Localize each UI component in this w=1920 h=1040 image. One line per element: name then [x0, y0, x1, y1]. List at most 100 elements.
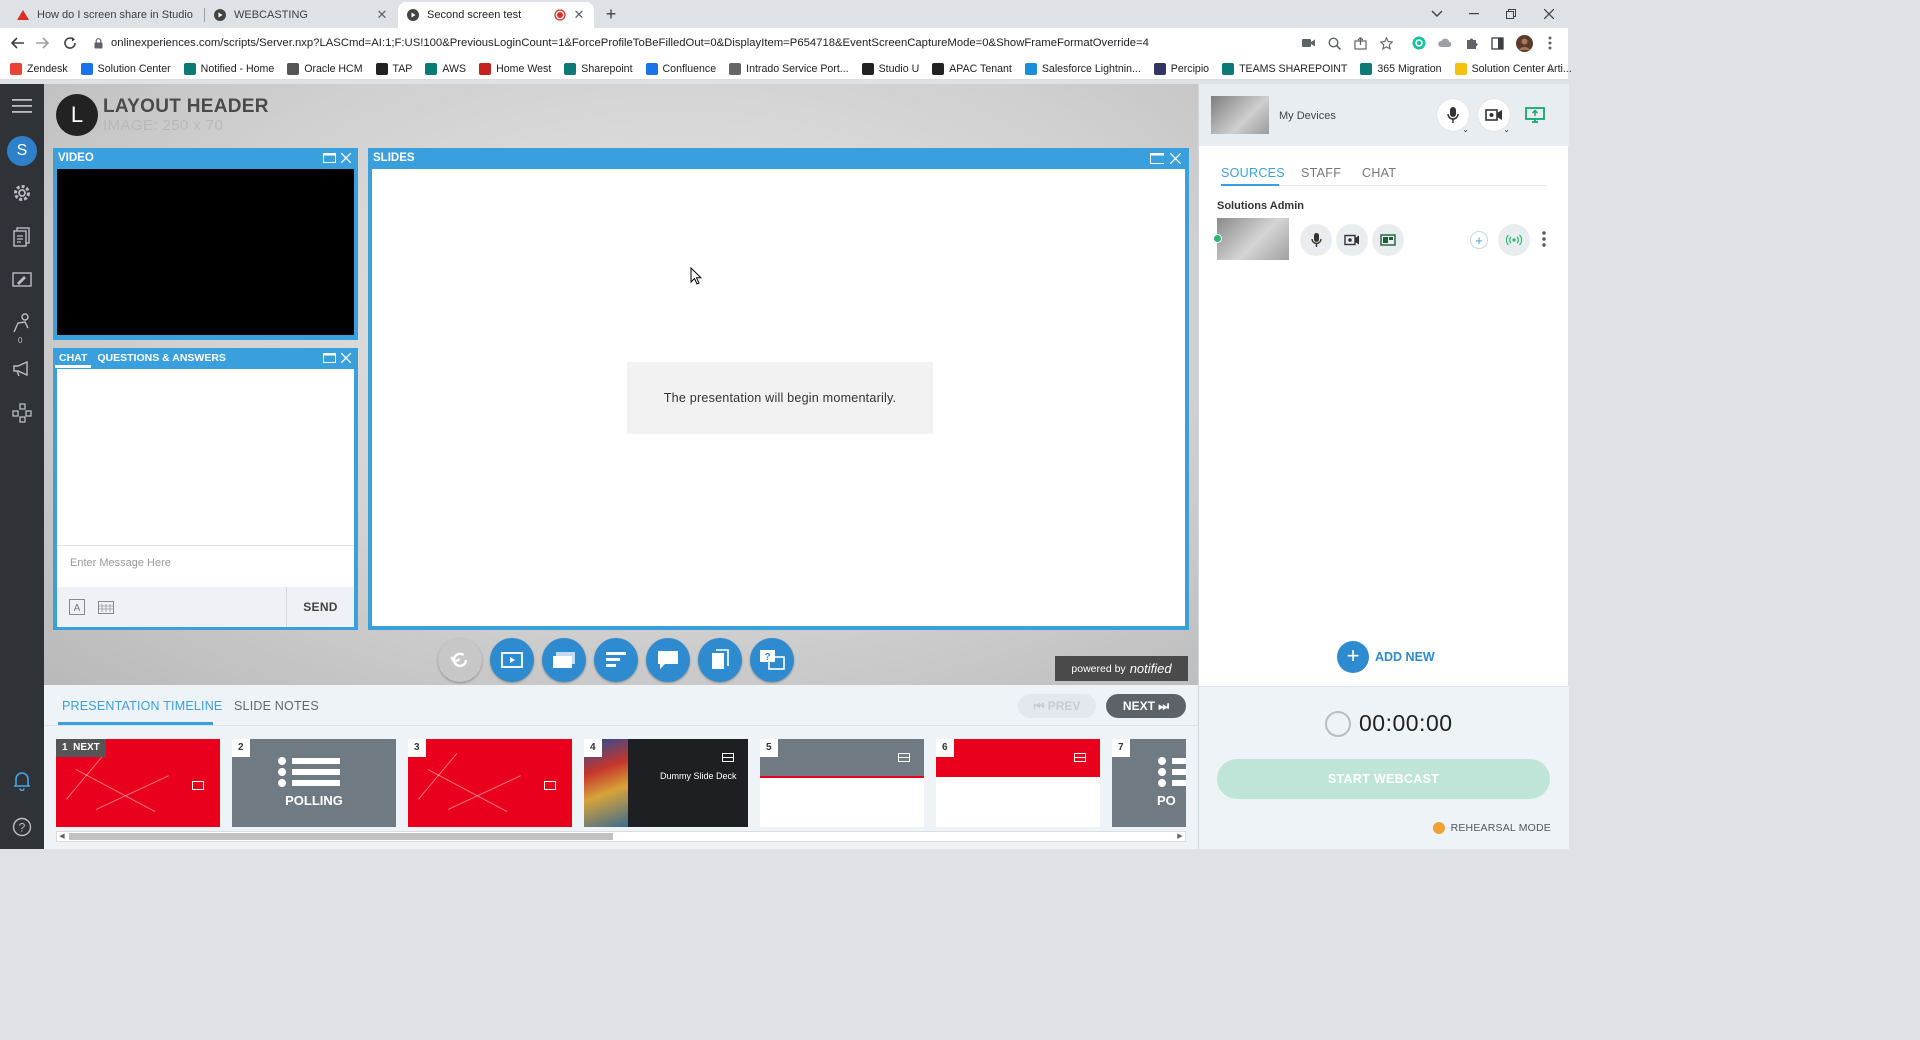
- prev-slide-button[interactable]: ⏮ PREV: [1018, 694, 1096, 718]
- zoom-icon[interactable]: [1325, 34, 1343, 52]
- bookmark-item[interactable]: Salesforce Lightnin...: [1024, 62, 1141, 75]
- maximize-icon[interactable]: [1150, 152, 1164, 164]
- maximize-icon[interactable]: [322, 152, 336, 164]
- source-microphone-button[interactable]: [1300, 224, 1332, 256]
- close-icon[interactable]: [339, 152, 353, 164]
- close-icon[interactable]: [339, 352, 353, 364]
- integrations-icon[interactable]: [11, 402, 33, 424]
- browser-tab-active[interactable]: Second screen test ✕: [398, 2, 594, 28]
- share-icon[interactable]: [1351, 34, 1369, 52]
- side-panel-icon[interactable]: [1488, 34, 1506, 52]
- tab-questions-answers[interactable]: QUESTIONS & ANSWERS: [91, 348, 230, 368]
- tab-search-icon[interactable]: [1418, 2, 1456, 26]
- back-icon[interactable]: [8, 33, 28, 53]
- grammarly-icon[interactable]: [1410, 34, 1428, 52]
- bookmark-item[interactable]: APAC Tenant: [932, 62, 1012, 75]
- browser-menu-icon[interactable]: [1541, 34, 1559, 52]
- camera-blocked-icon[interactable]: [1300, 34, 1318, 52]
- scrollbar-thumb[interactable]: [69, 833, 613, 840]
- close-icon[interactable]: ✕: [375, 7, 389, 23]
- bookmark-item[interactable]: Notified - Home: [183, 62, 274, 75]
- qa-layout-button[interactable]: ?: [750, 638, 794, 682]
- bookmark-item[interactable]: AWS: [425, 62, 466, 75]
- emoji-grid-icon[interactable]: [98, 599, 114, 615]
- slides-layout-button[interactable]: [542, 638, 586, 682]
- bookmark-item[interactable]: Percipio: [1153, 62, 1209, 75]
- add-new-button[interactable]: + ADD NEW: [1337, 641, 1435, 673]
- start-webcast-button[interactable]: START WEBCAST: [1217, 759, 1550, 799]
- help-icon[interactable]: ?: [11, 816, 33, 838]
- extensions-puzzle-icon[interactable]: [1462, 34, 1480, 52]
- scroll-left-icon[interactable]: ◀: [57, 832, 67, 841]
- bell-icon[interactable]: [11, 770, 33, 792]
- video-player[interactable]: [57, 169, 354, 335]
- bookmark-item[interactable]: Home West: [479, 62, 551, 75]
- reset-layout-button[interactable]: [438, 638, 482, 682]
- bookmark-item[interactable]: Confluence: [645, 62, 716, 75]
- megaphone-icon[interactable]: [11, 358, 33, 380]
- tab-chat[interactable]: CHAT: [53, 348, 92, 368]
- tab-slide-notes[interactable]: SLIDE NOTES: [234, 699, 319, 713]
- bookmark-item[interactable]: 365 Migration: [1360, 62, 1442, 75]
- bookmark-item[interactable]: Intrado Service Port...: [729, 62, 849, 75]
- minimize-icon[interactable]: [1455, 2, 1493, 26]
- close-icon[interactable]: [1168, 152, 1182, 164]
- tab-sources[interactable]: SOURCES: [1221, 166, 1285, 180]
- menu-hamburger-icon[interactable]: [11, 95, 33, 117]
- close-window-icon[interactable]: [1530, 2, 1568, 26]
- chevron-down-icon[interactable]: ⌄: [1462, 125, 1469, 134]
- chat-layout-button[interactable]: [646, 638, 690, 682]
- slide-thumbnail[interactable]: 4 Dummy Slide Deck: [584, 739, 748, 827]
- video-layout-button[interactable]: [490, 638, 534, 682]
- chat-message-input[interactable]: Enter Message Here: [57, 545, 354, 587]
- slide-thumbnail[interactable]: 7 PO: [1112, 739, 1186, 827]
- bookmarks-overflow-icon[interactable]: »: [1547, 62, 1554, 76]
- bookmark-item[interactable]: TAP: [375, 62, 412, 75]
- slide-thumbnail[interactable]: 5: [760, 739, 924, 827]
- browser-tab[interactable]: How do I screen share in Studio: [8, 2, 204, 28]
- presenter-icon[interactable]: [11, 312, 33, 334]
- slide-thumbnail[interactable]: 2 POLLING: [232, 739, 396, 827]
- source-screen-button[interactable]: [1372, 224, 1404, 256]
- bookmark-item[interactable]: Solution Center: [80, 62, 171, 75]
- browser-tab[interactable]: WEBCASTING ✕: [205, 2, 397, 28]
- gear-icon[interactable]: [11, 182, 33, 204]
- bookmark-item[interactable]: Zendesk: [10, 62, 68, 75]
- scroll-right-icon[interactable]: ▶: [1175, 832, 1185, 841]
- microphone-toggle-button[interactable]: ⌄: [1437, 99, 1469, 134]
- slide-thumbnail[interactable]: 3: [408, 739, 572, 827]
- profile-avatar[interactable]: [1515, 34, 1533, 52]
- documents-icon[interactable]: [11, 226, 33, 248]
- user-avatar[interactable]: S: [7, 136, 37, 166]
- screen-share-button[interactable]: [1519, 99, 1551, 131]
- new-tab-button[interactable]: +: [600, 4, 622, 26]
- bookmark-star-icon[interactable]: [1377, 34, 1395, 52]
- url-field[interactable]: onlinexperiences.com/scripts/Server.nxp?…: [94, 32, 1292, 54]
- next-slide-button[interactable]: NEXT ⏭: [1106, 694, 1186, 718]
- slide-thumbnail[interactable]: 6: [936, 739, 1100, 827]
- tab-staff[interactable]: STAFF: [1301, 166, 1341, 180]
- forward-icon[interactable]: [32, 33, 52, 53]
- slide-thumbnail[interactable]: 1 NEXT: [56, 739, 220, 827]
- maximize-icon[interactable]: [322, 352, 336, 364]
- bookmark-item[interactable]: TEAMS SHAREPOINT: [1222, 62, 1347, 75]
- camera-toggle-button[interactable]: ⌄: [1478, 99, 1510, 134]
- source-camera-button[interactable]: [1336, 224, 1368, 256]
- bookmark-item[interactable]: Sharepoint: [564, 62, 633, 75]
- chevron-down-icon[interactable]: ⌄: [1503, 125, 1510, 134]
- documents-layout-button[interactable]: [698, 638, 742, 682]
- broadcast-button[interactable]: [1498, 224, 1530, 256]
- source-preview[interactable]: [1217, 218, 1289, 260]
- bookmark-item[interactable]: Oracle HCM: [287, 62, 363, 75]
- more-options-icon[interactable]: [1540, 229, 1548, 249]
- tab-chat-staff[interactable]: CHAT: [1362, 166, 1396, 180]
- restore-icon[interactable]: [1492, 2, 1530, 26]
- text-format-icon[interactable]: A: [69, 599, 85, 615]
- presentation-edit-icon[interactable]: [11, 270, 33, 292]
- agenda-layout-button[interactable]: [594, 638, 638, 682]
- tab-presentation-timeline[interactable]: PRESENTATION TIMELINE: [62, 699, 222, 713]
- add-source-button[interactable]: +: [1470, 231, 1488, 249]
- bookmark-item[interactable]: Studio U: [861, 62, 919, 75]
- timeline-scrollbar[interactable]: ◀ ▶: [56, 831, 1186, 842]
- bookmark-item[interactable]: Solution Center Arti...: [1454, 62, 1572, 75]
